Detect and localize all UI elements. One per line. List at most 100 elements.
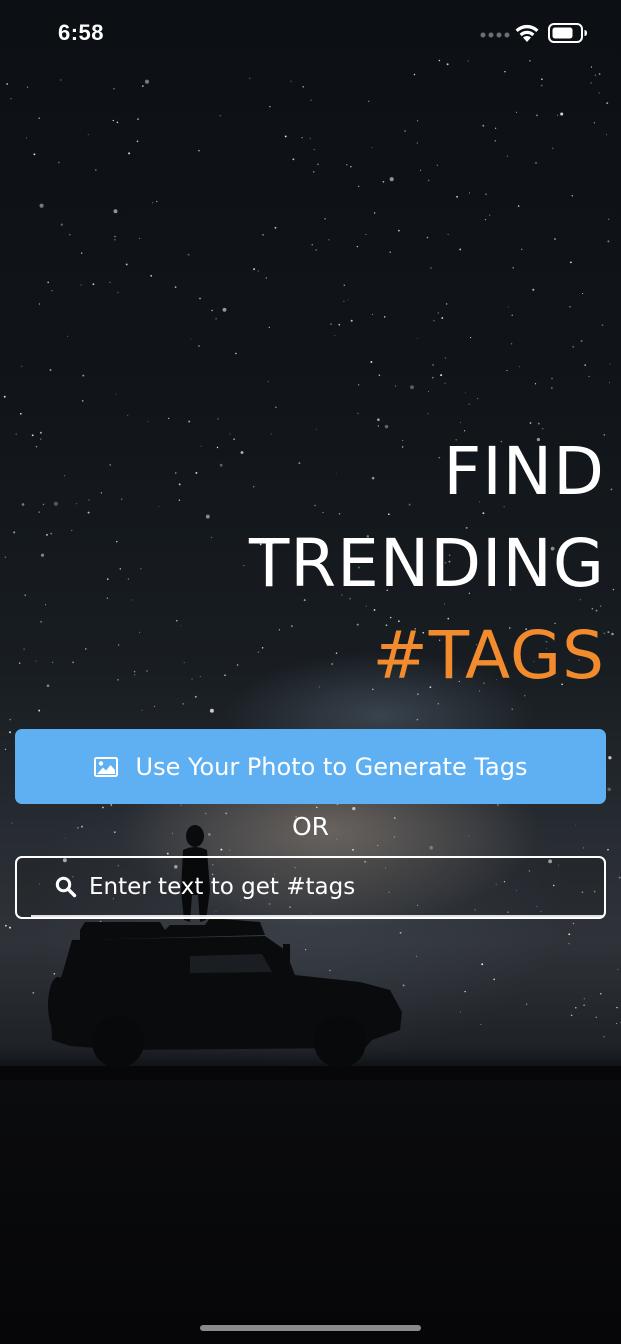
- star: [290, 80, 292, 82]
- star: [102, 806, 104, 809]
- star: [328, 238, 330, 241]
- star: [517, 205, 520, 207]
- star: [182, 702, 185, 705]
- star: [357, 412, 359, 415]
- star: [33, 153, 36, 156]
- star: [504, 70, 506, 73]
- or-separator: OR: [291, 812, 330, 841]
- star: [265, 277, 268, 279]
- star: [119, 568, 122, 570]
- star: [38, 709, 41, 712]
- star: [109, 464, 112, 466]
- star: [338, 323, 341, 326]
- star: [114, 238, 116, 241]
- star: [200, 445, 202, 447]
- signal-dots-icon: [480, 32, 510, 38]
- star: [42, 503, 45, 506]
- star: [3, 395, 6, 398]
- star: [437, 702, 440, 705]
- use-photo-button[interactable]: Use Your Photo to Generate Tags: [15, 729, 606, 804]
- star: [88, 499, 90, 501]
- star: [136, 140, 139, 143]
- star: [550, 387, 553, 390]
- image-icon: [93, 756, 118, 777]
- star: [147, 421, 149, 423]
- star: [199, 675, 201, 678]
- star: [529, 422, 532, 424]
- star: [257, 270, 259, 272]
- star: [118, 644, 120, 646]
- star: [598, 73, 601, 75]
- wifi-icon: [515, 24, 539, 42]
- star: [128, 152, 131, 155]
- star: [584, 364, 587, 367]
- star: [81, 252, 83, 254]
- star: [370, 361, 373, 363]
- star: [53, 501, 58, 506]
- star: [46, 684, 50, 688]
- star: [72, 661, 75, 664]
- star: [383, 316, 386, 318]
- star: [191, 678, 193, 680]
- star: [141, 709, 143, 711]
- star: [470, 337, 472, 339]
- star: [459, 248, 462, 251]
- star: [378, 374, 381, 377]
- star: [312, 171, 315, 173]
- star: [569, 261, 572, 264]
- star: [389, 177, 394, 182]
- star: [357, 384, 360, 386]
- home-indicator[interactable]: [200, 1325, 421, 1331]
- star: [551, 377, 553, 380]
- star: [116, 121, 119, 124]
- star: [64, 475, 66, 477]
- star: [284, 135, 287, 138]
- star: [420, 169, 422, 171]
- star: [35, 446, 38, 448]
- star: [19, 412, 22, 415]
- star: [437, 312, 440, 314]
- star: [398, 229, 400, 232]
- star: [436, 164, 438, 166]
- star: [215, 317, 218, 320]
- star: [31, 434, 34, 437]
- search-field[interactable]: [15, 856, 606, 919]
- star: [240, 451, 244, 454]
- star: [521, 248, 523, 250]
- star: [133, 673, 136, 676]
- star: [84, 648, 87, 650]
- search-input[interactable]: [89, 864, 589, 910]
- star: [110, 803, 113, 806]
- star: [152, 202, 154, 204]
- star: [310, 99, 312, 101]
- star: [190, 338, 192, 340]
- star: [195, 471, 198, 474]
- star: [352, 806, 356, 811]
- star: [219, 463, 223, 467]
- star: [253, 268, 256, 271]
- star: [302, 86, 304, 88]
- star: [560, 112, 564, 116]
- star: [484, 218, 487, 221]
- star: [112, 119, 114, 122]
- star: [49, 369, 52, 371]
- star: [580, 340, 583, 342]
- star: [324, 217, 326, 220]
- star: [404, 130, 406, 132]
- star: [317, 163, 319, 166]
- star: [334, 335, 336, 336]
- star: [60, 223, 64, 226]
- star: [441, 317, 444, 319]
- star: [371, 313, 373, 315]
- star: [35, 660, 37, 662]
- star: [26, 86, 29, 88]
- battery-icon: [548, 23, 587, 43]
- star: [417, 120, 419, 122]
- star: [236, 664, 239, 666]
- star: [571, 195, 573, 197]
- star: [133, 670, 136, 673]
- star: [609, 363, 611, 365]
- star: [46, 534, 48, 536]
- star: [67, 335, 69, 337]
- star: [313, 149, 315, 151]
